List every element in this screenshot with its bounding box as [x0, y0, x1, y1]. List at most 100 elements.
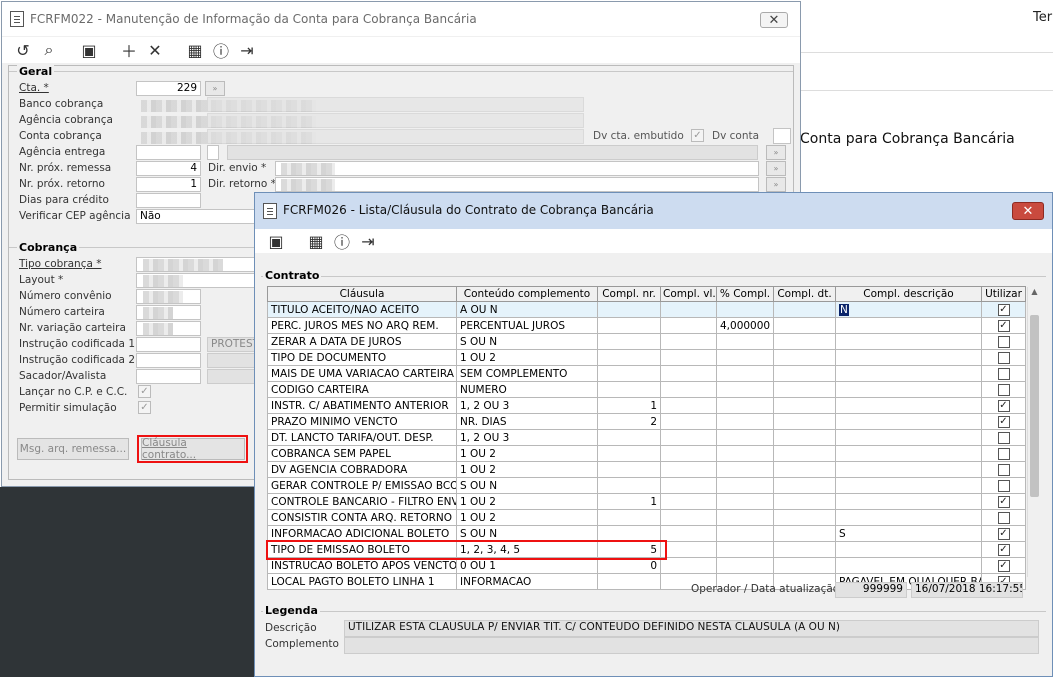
- compl-nr-cell[interactable]: 1: [597, 493, 661, 510]
- table-row[interactable]: INFORMACAO ADICIONAL BOLETO S OU N S ✓: [267, 525, 1026, 542]
- compl-dt-cell[interactable]: [773, 413, 836, 430]
- clausula-cell[interactable]: TIPO DE EMISSAO BOLETO: [267, 541, 457, 558]
- close-button[interactable]: ✕: [760, 12, 788, 28]
- unchecked-checkbox[interactable]: [997, 351, 1010, 364]
- compl-vl-header[interactable]: Compl. vl.: [660, 286, 717, 302]
- compl-descricao-cell[interactable]: N: [835, 301, 982, 318]
- compl-nr-cell[interactable]: [597, 461, 661, 478]
- compl-descricao-cell[interactable]: [835, 509, 982, 526]
- refresh-icon[interactable]: ↺: [10, 41, 36, 60]
- delete-icon[interactable]: ✕: [142, 41, 168, 60]
- scroll-up-icon[interactable]: ▲: [1028, 287, 1041, 296]
- browse-button[interactable]: »: [766, 161, 786, 176]
- checked-checkbox[interactable]: ✓: [997, 559, 1010, 572]
- calendar-icon[interactable]: ▦: [303, 232, 329, 251]
- pct-compl-cell[interactable]: [716, 365, 774, 382]
- save-icon[interactable]: ▣: [76, 41, 102, 60]
- pct-compl-cell[interactable]: [716, 509, 774, 526]
- compl-dt-cell[interactable]: [773, 381, 836, 398]
- pct-compl-cell[interactable]: [716, 381, 774, 398]
- compl-vl-cell[interactable]: [660, 301, 717, 318]
- calendar-icon[interactable]: ▦: [182, 41, 208, 60]
- msg-remessa-button[interactable]: Msg. arq. remessa...: [17, 438, 129, 460]
- compl-nr-cell[interactable]: [597, 333, 661, 350]
- unchecked-checkbox[interactable]: [997, 431, 1010, 444]
- compl-dt-cell[interactable]: [773, 525, 836, 542]
- conteudo-cell[interactable]: 0 OU 1: [456, 557, 598, 574]
- compl-vl-cell[interactable]: [660, 365, 717, 382]
- compl-nr-cell[interactable]: [597, 573, 661, 590]
- compl-vl-cell[interactable]: [660, 541, 717, 558]
- compl-vl-cell[interactable]: [660, 493, 717, 510]
- clausula-cell[interactable]: INFORMACAO ADICIONAL BOLETO: [267, 525, 457, 542]
- compl-vl-cell[interactable]: [660, 461, 717, 478]
- compl-dt-cell[interactable]: [773, 445, 836, 462]
- pct-compl-cell[interactable]: 4,000000: [716, 317, 774, 334]
- window-titlebar[interactable]: FCRFM022 - Manutenção de Informação da C…: [2, 2, 800, 36]
- compl-nr-cell[interactable]: [597, 381, 661, 398]
- table-row[interactable]: TIPO DE EMISSAO BOLETO 1, 2, 3, 4, 5 5 ✓: [267, 541, 1026, 558]
- compl-nr-cell[interactable]: [597, 509, 661, 526]
- browse-button[interactable]: »: [766, 177, 786, 192]
- clausula-cell[interactable]: CONTROLE BANCARIO - FILTRO ENV: [267, 493, 457, 510]
- instr2-input[interactable]: [136, 353, 201, 368]
- search-icon[interactable]: ⌕: [36, 40, 62, 60]
- pct-compl-cell[interactable]: [716, 413, 774, 430]
- compl-descricao-cell[interactable]: [835, 461, 982, 478]
- pct-compl-cell[interactable]: [716, 349, 774, 366]
- exit-icon[interactable]: ⇥: [234, 41, 260, 60]
- compl-vl-cell[interactable]: [660, 333, 717, 350]
- agencia-entrega-dv[interactable]: [207, 145, 219, 160]
- compl-nr-cell[interactable]: [597, 429, 661, 446]
- compl-dt-cell[interactable]: [773, 429, 836, 446]
- dias-input[interactable]: [136, 193, 201, 208]
- conteudo-cell[interactable]: 1 OU 2: [456, 445, 598, 462]
- compl-vl-cell[interactable]: [660, 525, 717, 542]
- compl-nr-cell[interactable]: [597, 525, 661, 542]
- compl-descricao-cell[interactable]: [835, 333, 982, 350]
- conteudo-cell[interactable]: 1, 2 OU 3: [456, 397, 598, 414]
- clausula-cell[interactable]: LOCAL PAGTO BOLETO LINHA 1: [267, 573, 457, 590]
- clausula-cell[interactable]: TITULO ACEITO/NAO ACEITO: [267, 301, 457, 318]
- compl-nr-cell[interactable]: [597, 445, 661, 462]
- utilizar-header[interactable]: Utilizar: [981, 286, 1026, 302]
- clausula-cell[interactable]: PRAZO MINIMO VENCTO: [267, 413, 457, 430]
- compl-vl-cell[interactable]: [660, 349, 717, 366]
- compl-descricao-header[interactable]: Compl. descrição: [835, 286, 982, 302]
- compl-nr-cell[interactable]: 5: [597, 541, 661, 558]
- compl-nr-cell[interactable]: [597, 477, 661, 494]
- table-row[interactable]: CONSISTIR CONTA ARQ. RETORNO 1 OU 2: [267, 509, 1026, 526]
- dir-retorno-input[interactable]: [275, 177, 759, 192]
- checked-checkbox[interactable]: ✓: [997, 399, 1010, 412]
- agencia-entrega-input[interactable]: [136, 145, 201, 160]
- unchecked-checkbox[interactable]: [997, 511, 1010, 524]
- instr1-input[interactable]: [136, 337, 201, 352]
- pct-compl-cell[interactable]: [716, 301, 774, 318]
- compl-nr-cell[interactable]: [597, 365, 661, 382]
- lookup-button[interactable]: »: [205, 81, 225, 96]
- table-row[interactable]: CONTROLE BANCARIO - FILTRO ENV 1 OU 2 1 ✓: [267, 493, 1026, 510]
- unchecked-checkbox[interactable]: [997, 367, 1010, 380]
- selected-cell-value[interactable]: N: [839, 303, 849, 316]
- clausula-cell[interactable]: INSTRUCAO BOLETO APOS VENCTO: [267, 557, 457, 574]
- compl-nr-cell[interactable]: 1: [597, 397, 661, 414]
- table-row[interactable]: TITULO ACEITO/NAO ACEITO A OU N N ✓: [267, 301, 1026, 318]
- compl-dt-cell[interactable]: [773, 365, 836, 382]
- compl-nr-cell[interactable]: [597, 301, 661, 318]
- compl-descricao-cell[interactable]: [835, 365, 982, 382]
- dv-conta-input[interactable]: [773, 128, 791, 144]
- conteudo-cell[interactable]: NUMERO: [456, 381, 598, 398]
- close-button[interactable]: ✕: [1012, 202, 1044, 220]
- unchecked-checkbox[interactable]: [997, 479, 1010, 492]
- vertical-scrollbar[interactable]: ▲: [1027, 287, 1041, 577]
- lancar-checkbox[interactable]: ✓: [138, 385, 151, 398]
- compl-nr-cell[interactable]: 2: [597, 413, 661, 430]
- pct-compl-cell[interactable]: [716, 333, 774, 350]
- unchecked-checkbox[interactable]: [997, 383, 1010, 396]
- compl-vl-cell[interactable]: [660, 509, 717, 526]
- exit-icon[interactable]: ⇥: [355, 232, 381, 251]
- checked-checkbox[interactable]: ✓: [997, 543, 1010, 556]
- compl-dt-cell[interactable]: [773, 541, 836, 558]
- compl-vl-cell[interactable]: [660, 397, 717, 414]
- checked-checkbox[interactable]: ✓: [997, 415, 1010, 428]
